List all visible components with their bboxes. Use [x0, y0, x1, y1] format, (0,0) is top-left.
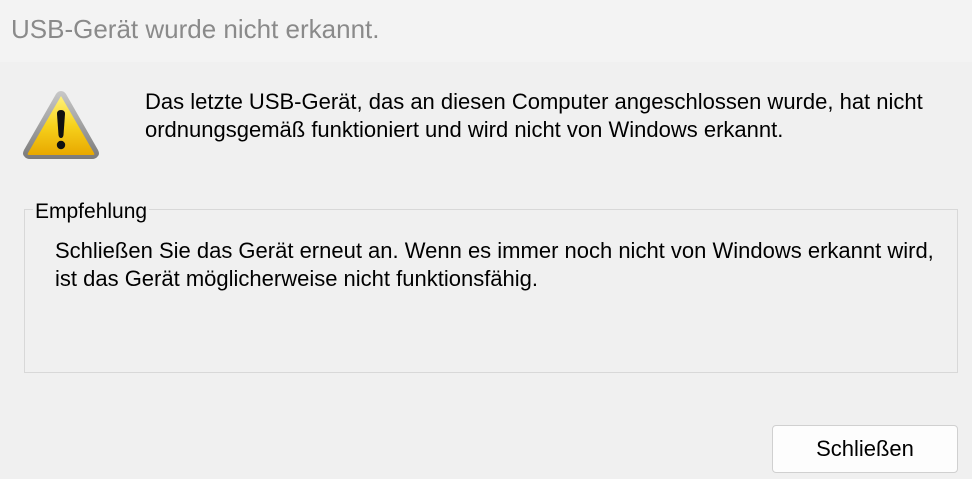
close-button[interactable]: Schließen [772, 425, 958, 473]
dialog-message: Das letzte USB-Gerät, das an diesen Comp… [145, 89, 923, 142]
recommendation-text: Schließen Sie das Gerät erneut an. Wenn … [55, 238, 934, 291]
warning-icon [22, 88, 100, 160]
window-title: USB-Gerät wurde nicht erkannt. [11, 14, 380, 44]
title-bar[interactable]: USB-Gerät wurde nicht erkannt. [0, 0, 972, 62]
recommendation-heading: Empfehlung [33, 200, 150, 224]
